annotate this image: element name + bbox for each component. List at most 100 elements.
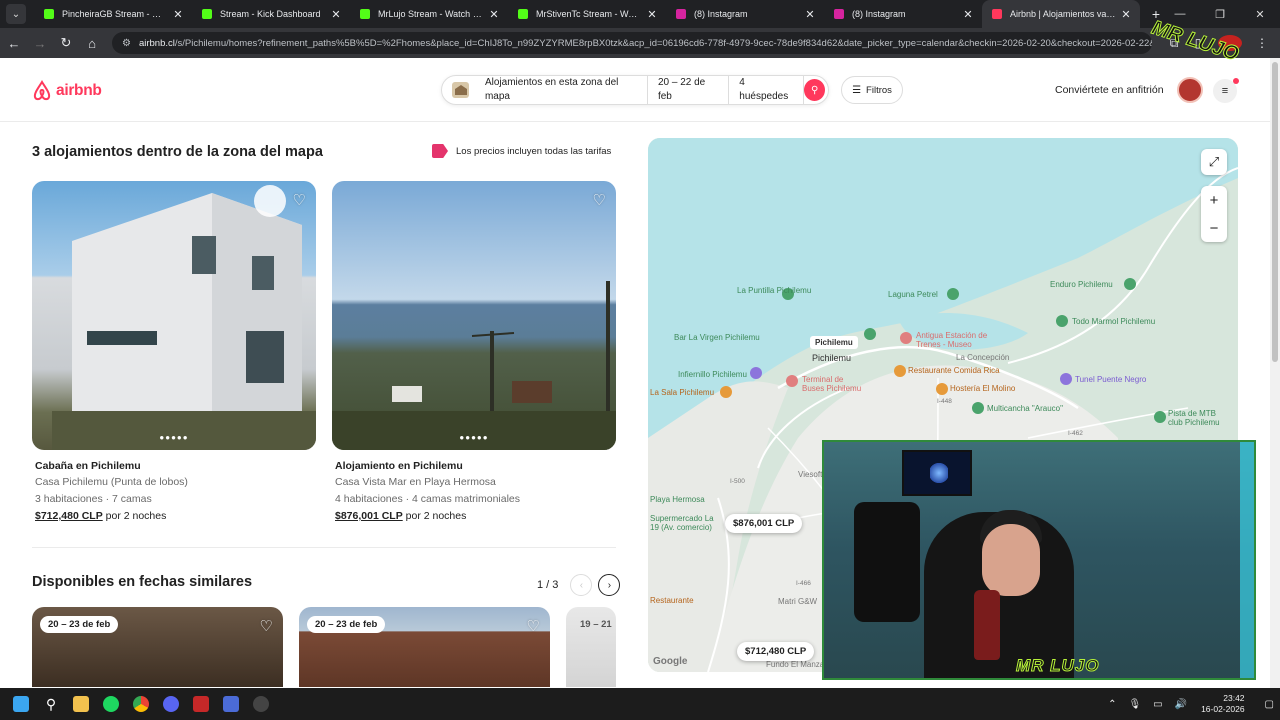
search-bar[interactable]: Alojamientos en esta zona del mapa 20 – … bbox=[441, 75, 829, 105]
browser-tab[interactable]: (8) Instagram ✕ bbox=[824, 0, 982, 28]
browser-tab[interactable]: (8) Instagram ✕ bbox=[666, 0, 824, 28]
listing-card[interactable]: ♡ ●●●●● Alojamiento en Pichilemu Casa Vi… bbox=[332, 181, 616, 522]
clock[interactable]: 23:42 16-02-2026 bbox=[1201, 693, 1244, 715]
search-guests[interactable]: 4 huéspedes bbox=[729, 76, 805, 104]
microphone-icon[interactable]: 🎙 bbox=[1128, 699, 1141, 710]
search-dates[interactable]: 20 – 22 de feb bbox=[648, 76, 730, 104]
forward-icon[interactable]: → bbox=[28, 31, 52, 55]
zoom-controls: + − bbox=[1201, 186, 1227, 242]
volume-icon[interactable]: 🔊 bbox=[1175, 699, 1187, 710]
listing-price-amount[interactable]: $876,001 CLP bbox=[335, 510, 403, 522]
park-icon[interactable] bbox=[1154, 411, 1166, 423]
windows-taskbar: ⚲ ⌃ 🎙 ▭ 🔊 23:42 16-02-2026 ▢ bbox=[0, 688, 1280, 720]
listing-title: Cabaña en Pichilemu bbox=[35, 460, 141, 472]
road-label: I-500 bbox=[730, 478, 745, 485]
favorite-heart-icon[interactable]: ♡ bbox=[260, 617, 273, 635]
scrollbar-thumb[interactable] bbox=[1272, 62, 1278, 362]
tab-close-icon[interactable]: ✕ bbox=[1120, 8, 1132, 21]
tab-search-button[interactable]: ⌄ bbox=[6, 4, 26, 24]
restaurant-icon[interactable] bbox=[720, 386, 732, 398]
hotel-icon[interactable] bbox=[936, 383, 948, 395]
app-icon[interactable] bbox=[216, 688, 246, 720]
minimize-icon[interactable]: — bbox=[1160, 8, 1200, 20]
obs-icon[interactable] bbox=[246, 688, 276, 720]
listing-card[interactable]: ♡ ●●●●● Cabaña en Pichilemu Casa Pichile… bbox=[32, 181, 316, 522]
close-window-icon[interactable]: ✕ bbox=[1240, 8, 1280, 21]
favorite-heart-icon[interactable]: ♡ bbox=[527, 617, 540, 635]
browser-tab[interactable]: Airbnb | Alojamientos vacacion ✕ bbox=[982, 0, 1140, 28]
favorite-heart-icon[interactable]: ♡ bbox=[293, 191, 306, 209]
stadium-icon[interactable] bbox=[972, 402, 984, 414]
file-explorer-icon[interactable] bbox=[66, 688, 96, 720]
tab-favicon-icon bbox=[992, 9, 1002, 19]
park-icon[interactable] bbox=[864, 328, 876, 340]
address-bar[interactable]: ⚙ airbnb.cl/s/Pichilemu/homes?refinement… bbox=[112, 32, 1152, 54]
listing-photo[interactable]: ♡ ●●●●● bbox=[332, 181, 616, 450]
tab-close-icon[interactable]: ✕ bbox=[172, 8, 184, 21]
windows-start-icon[interactable] bbox=[6, 688, 36, 720]
app-icon[interactable] bbox=[186, 688, 216, 720]
tab-close-icon[interactable]: ✕ bbox=[962, 8, 974, 21]
browser-tab[interactable]: MrStivenTc Stream - Watch Live ✕ bbox=[508, 0, 666, 28]
restaurant-icon[interactable] bbox=[894, 365, 906, 377]
search-icon[interactable]: ⚲ bbox=[36, 688, 66, 720]
search-location[interactable]: Alojamientos en esta zona del mapa bbox=[475, 76, 648, 104]
map-price-pin[interactable]: $876,001 CLP bbox=[725, 514, 803, 533]
spotify-icon[interactable] bbox=[96, 688, 126, 720]
reload-icon[interactable]: ↻ bbox=[54, 31, 78, 55]
browser-tab[interactable]: MrLujo Stream - Watch Live on ✕ bbox=[350, 0, 508, 28]
search-icon[interactable]: ⚲ bbox=[804, 79, 825, 101]
site-info-icon[interactable]: ⚙ bbox=[122, 38, 131, 49]
browser-tab[interactable]: PincheiraGB Stream - Watch Live ✕ bbox=[34, 0, 192, 28]
chrome-icon[interactable] bbox=[126, 688, 156, 720]
similar-listing-card[interactable]: 20 – 23 de feb ♡ bbox=[299, 607, 550, 687]
tunnel-icon[interactable] bbox=[1060, 373, 1072, 385]
tab-close-icon[interactable]: ✕ bbox=[646, 8, 658, 21]
previous-arrow-icon[interactable]: ‹ bbox=[570, 574, 593, 596]
listing-price-amount[interactable]: $712,480 CLP bbox=[35, 510, 103, 522]
date-badge: 20 – 23 de feb bbox=[307, 616, 386, 633]
park-icon[interactable] bbox=[1124, 278, 1136, 290]
webcam-bottle bbox=[974, 590, 1000, 660]
section-divider bbox=[32, 547, 616, 548]
chevron-up-icon[interactable]: ⌃ bbox=[1108, 699, 1116, 710]
tab-favicon-icon bbox=[44, 9, 54, 19]
favorite-heart-icon[interactable]: ♡ bbox=[593, 191, 606, 209]
map-price-pin[interactable]: $712,480 CLP bbox=[737, 642, 815, 661]
fullscreen-icon[interactable]: ⤢ bbox=[1201, 149, 1227, 175]
similar-listing-card[interactable]: 20 – 23 de feb ♡ bbox=[32, 607, 283, 687]
next-arrow-icon[interactable]: › bbox=[598, 574, 621, 596]
museum-icon[interactable] bbox=[900, 332, 912, 344]
zoom-in-icon[interactable]: + bbox=[1201, 186, 1227, 214]
browser-tab[interactable]: Stream - Kick Dashboard ✕ bbox=[192, 0, 350, 28]
tab-close-icon[interactable]: ✕ bbox=[804, 8, 816, 21]
park-icon[interactable] bbox=[947, 288, 959, 300]
avatar[interactable] bbox=[1177, 77, 1203, 103]
transit-icon[interactable] bbox=[750, 367, 762, 379]
bus-icon[interactable] bbox=[786, 375, 798, 387]
listing-photo[interactable]: ♡ ●●●●● bbox=[32, 181, 316, 450]
similar-listing-card[interactable]: 19 – 21 bbox=[566, 607, 616, 687]
similar-heading: Disponibles en fechas similares bbox=[32, 574, 253, 590]
notification-dot bbox=[1233, 78, 1239, 84]
webcam-monitor bbox=[902, 450, 972, 496]
home-icon[interactable]: ⌂ bbox=[80, 31, 104, 55]
map-label: Multicancha "Arauco" bbox=[987, 404, 1063, 413]
browser-menu-icon[interactable]: ⋮ bbox=[1250, 36, 1274, 50]
filters-button[interactable]: ☰ Filtros bbox=[841, 76, 903, 104]
network-icon[interactable]: ▭ bbox=[1153, 699, 1162, 710]
listing-price: $712,480 CLP por 2 noches bbox=[35, 510, 316, 522]
airbnb-logo[interactable]: airbnb bbox=[32, 80, 102, 101]
restore-icon[interactable]: ❐ bbox=[1200, 8, 1240, 21]
zoom-out-icon[interactable]: − bbox=[1201, 214, 1227, 242]
discord-icon[interactable] bbox=[156, 688, 186, 720]
notification-icon[interactable]: ▢ bbox=[1265, 699, 1274, 710]
map-place-pin[interactable]: Pichilemu bbox=[810, 336, 858, 349]
back-icon[interactable]: ← bbox=[2, 31, 26, 55]
park-icon[interactable] bbox=[1056, 315, 1068, 327]
tab-close-icon[interactable]: ✕ bbox=[330, 8, 342, 21]
tab-close-icon[interactable]: ✕ bbox=[488, 8, 500, 21]
similar-pager: 1 / 3 ‹ › bbox=[537, 574, 621, 596]
price-tag-icon bbox=[432, 144, 448, 158]
become-host-link[interactable]: Conviértete en anfitrión bbox=[1055, 84, 1164, 96]
